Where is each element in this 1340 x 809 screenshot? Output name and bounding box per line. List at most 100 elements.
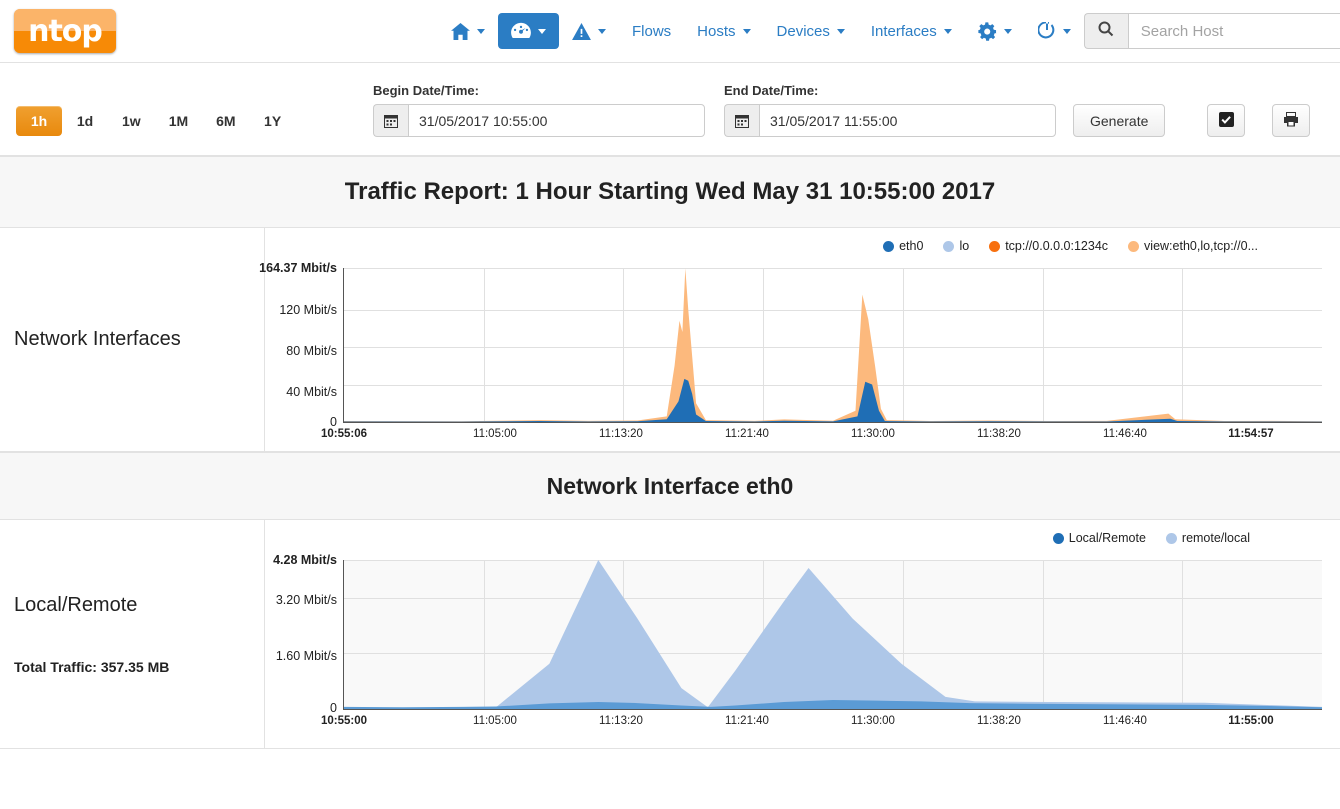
- range-button-1Y[interactable]: 1Y: [250, 106, 296, 136]
- generate-button[interactable]: Generate: [1073, 104, 1166, 137]
- range-button-group: 1h 1d 1w 1M 6M 1Y: [16, 106, 296, 136]
- nav-label-interfaces: Interfaces: [870, 22, 937, 40]
- chart-series-layer: [344, 268, 1322, 422]
- chart1-legend: eth0 lo tcp://0.0.0.0:1234c view:eth0,lo…: [265, 236, 1340, 256]
- nav-item-settings[interactable]: [965, 13, 1025, 50]
- section-local-remote: Local/Remote Total Traffic: 357.35 MB Lo…: [0, 520, 1340, 749]
- begin-date-label: Begin Date/Time:: [373, 83, 479, 98]
- x-tick-label: 11:46:40: [1103, 715, 1147, 727]
- chevron-down-icon: [836, 28, 845, 34]
- nav-item-dashboard[interactable]: [498, 13, 559, 49]
- x-tick-label: 11:30:00: [851, 428, 895, 440]
- power-icon: [1037, 22, 1056, 40]
- report-title-band: Traffic Report: 1 Hour Starting Wed May …: [0, 156, 1340, 228]
- legend-label: lo: [959, 239, 970, 253]
- logo-text: ntop: [28, 13, 103, 49]
- section-network-interfaces: Network Interfaces eth0 lo tcp://0.0.0.0…: [0, 228, 1340, 452]
- x-tick-label: 10:55:06: [320, 428, 368, 440]
- nav-item-flows[interactable]: Flows: [619, 15, 684, 48]
- gear-icon: [978, 21, 997, 41]
- search-group: [1083, 13, 1340, 49]
- legend-item-tcp[interactable]: tcp://0.0.0.0:1234c: [989, 239, 1108, 253]
- legend-label: eth0: [899, 239, 924, 253]
- x-tick-label: 11:30:00: [851, 715, 895, 727]
- calendar-icon[interactable]: [724, 104, 759, 137]
- x-tick-label: 11:13:20: [599, 715, 643, 727]
- x-tick-label: 11:05:00: [473, 428, 517, 440]
- home-icon: [451, 22, 470, 40]
- time-range-toolbar: 1h 1d 1w 1M 6M 1Y Begin Date/Time: End D…: [0, 63, 1340, 156]
- end-date-group: [724, 104, 1056, 137]
- legend-item-eth0[interactable]: eth0: [883, 239, 923, 253]
- nav-item-hosts[interactable]: Hosts: [684, 15, 763, 48]
- legend-item-view[interactable]: view:eth0,lo,tcp://0...: [1128, 239, 1258, 253]
- nav-item-home[interactable]: [438, 14, 498, 49]
- legend-dot-icon: [1052, 532, 1064, 544]
- checkbox-checked-icon: [1218, 111, 1234, 130]
- legend-item-lo[interactable]: lo: [943, 239, 969, 253]
- legend-item-local-remote[interactable]: Local/Remote: [1052, 531, 1146, 545]
- x-tick-label: 11:55:00: [1228, 715, 1274, 727]
- begin-date-group: [373, 104, 705, 137]
- x-tick-label: 11:05:00: [473, 715, 517, 727]
- y-tick-label: 40 Mbit/s: [286, 385, 337, 399]
- y-tick-label: 4.28 Mbit/s: [273, 553, 337, 567]
- range-button-1d[interactable]: 1d: [62, 106, 108, 136]
- begin-date-input[interactable]: [408, 104, 705, 137]
- calendar-icon[interactable]: [373, 104, 408, 137]
- legend-item-remote-local[interactable]: remote/local: [1165, 531, 1250, 545]
- range-button-1h[interactable]: 1h: [16, 106, 62, 136]
- series-area: [344, 268, 1322, 422]
- chevron-down-icon: [943, 28, 952, 34]
- local-remote-chart[interactable]: Local/Remote remote/local 4.28 Mbit/s 3.…: [265, 528, 1340, 743]
- top-navbar: ntop Flows Hosts Devices Interfaces Sear…: [0, 0, 1340, 63]
- section2-sidebar: Local/Remote Total Traffic: 357.35 MB: [0, 520, 265, 748]
- legend-dot-icon: [1165, 532, 1177, 544]
- page-title: Traffic Report: 1 Hour Starting Wed May …: [344, 178, 996, 205]
- chevron-down-icon: [742, 28, 751, 34]
- legend-dot-icon: [883, 240, 895, 252]
- y-tick-label: 80 Mbit/s: [286, 344, 337, 358]
- warning-triangle-icon: [572, 22, 591, 40]
- range-button-1w[interactable]: 1w: [108, 106, 155, 136]
- section1-sidebar: Network Interfaces: [0, 228, 265, 451]
- legend-label: Local/Remote: [1068, 531, 1146, 545]
- chart2-plot: [343, 560, 1322, 710]
- nav-item-interfaces[interactable]: Interfaces: [858, 15, 965, 48]
- legend-label: view:eth0,lo,tcp://0...: [1144, 239, 1258, 253]
- ntop-logo[interactable]: ntop: [14, 9, 116, 53]
- section2-title: Local/Remote: [14, 593, 138, 616]
- checkbox-toggle-button[interactable]: [1207, 104, 1245, 137]
- nav-label-flows: Flows: [632, 22, 672, 40]
- chart1-plot-wrap: 164.37 Mbit/s 120 Mbit/s 80 Mbit/s 40 Mb…: [259, 256, 1340, 446]
- chart-series-layer: [344, 560, 1322, 709]
- gauge-icon: [511, 22, 531, 40]
- printer-icon: [1283, 111, 1299, 130]
- range-button-6M[interactable]: 6M: [202, 106, 249, 136]
- chevron-down-icon: [1003, 28, 1012, 34]
- x-tick-label: 10:55:00: [320, 715, 368, 727]
- chevron-down-icon: [1062, 28, 1071, 34]
- begin-date-block: Begin Date/Time:: [373, 83, 705, 137]
- search-icon: [1098, 20, 1114, 42]
- end-date-input[interactable]: [759, 104, 1056, 137]
- nav-item-devices[interactable]: Devices: [764, 15, 858, 48]
- print-button[interactable]: [1272, 104, 1310, 137]
- chart2-plot-wrap: 4.28 Mbit/s 3.20 Mbit/s 1.60 Mbit/s 0 10…: [265, 548, 1340, 743]
- toggle-block: [1207, 104, 1245, 137]
- search-input[interactable]: [1127, 13, 1340, 49]
- y-tick-label: 3.20 Mbit/s: [275, 593, 337, 607]
- legend-dot-icon: [989, 240, 1001, 252]
- nav-item-alerts[interactable]: [559, 14, 619, 49]
- nav-label-devices: Devices: [776, 22, 830, 40]
- search-button[interactable]: [1083, 13, 1128, 49]
- range-button-1M[interactable]: 1M: [155, 106, 202, 136]
- x-tick-label: 11:21:40: [725, 715, 769, 727]
- y-tick-label: 120 Mbit/s: [279, 303, 337, 317]
- end-date-label: End Date/Time:: [724, 83, 819, 98]
- print-block: [1272, 104, 1310, 137]
- network-interfaces-chart[interactable]: eth0 lo tcp://0.0.0.0:1234c view:eth0,lo…: [259, 236, 1340, 446]
- nav-item-power[interactable]: [1025, 13, 1084, 49]
- total-traffic-label: Total Traffic: 357.35 MB: [14, 658, 170, 675]
- chart1-plot: [343, 268, 1322, 423]
